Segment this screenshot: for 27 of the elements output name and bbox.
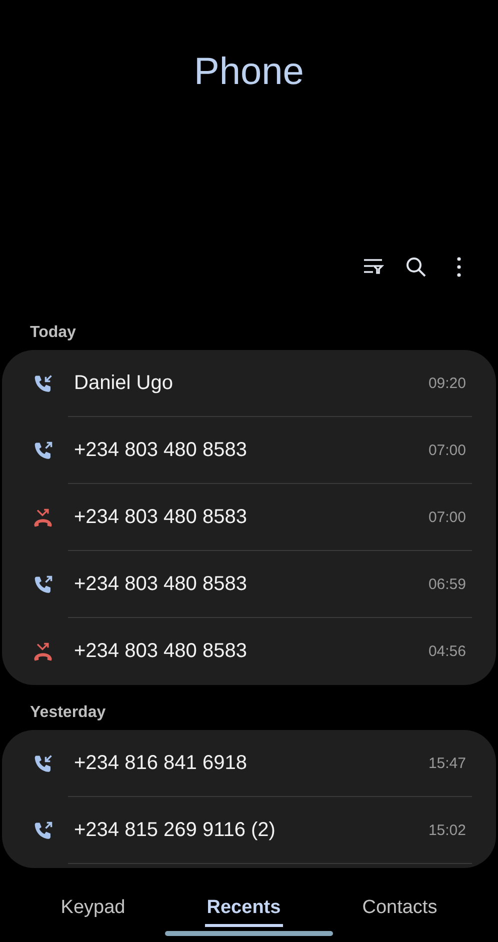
incoming-call-icon [32,752,54,774]
call-time: 15:47 [428,755,466,772]
nav-tab[interactable]: Keypad [58,893,128,927]
incoming-call-icon [32,372,54,394]
call-time: 07:00 [428,509,466,526]
nav-tab[interactable]: Recents [204,893,283,927]
section-header: Today [29,324,77,342]
outgoing-call-icon [32,574,54,596]
section-header: Yesterday [29,704,107,722]
caller-name[interactable]: Daniel Ugo [74,372,428,395]
missed-call-icon [32,640,54,662]
app-title: Phone [193,50,305,94]
call-time: 07:00 [428,442,466,459]
caller-name[interactable]: +234 803 480 8583 [74,439,428,462]
missed-call-icon [32,506,54,528]
outgoing-call-icon [32,820,54,842]
caller-name[interactable]: +234 815 269 9116 (2) [74,819,428,842]
caller-name[interactable]: +234 803 480 8583 [74,573,428,596]
caller-name[interactable]: +234 803 480 8583 [74,506,428,529]
caller-name[interactable]: +234 803 480 8583 [74,640,428,663]
call-time: 06:59 [428,576,466,593]
call-time: 04:56 [428,643,466,660]
call-time: 15:02 [428,822,466,839]
caller-name[interactable]: +234 816 841 6918 [74,752,428,775]
call-time: 09:20 [428,375,466,392]
nav-tab[interactable]: Contacts [360,893,440,927]
outgoing-call-icon [32,440,54,462]
